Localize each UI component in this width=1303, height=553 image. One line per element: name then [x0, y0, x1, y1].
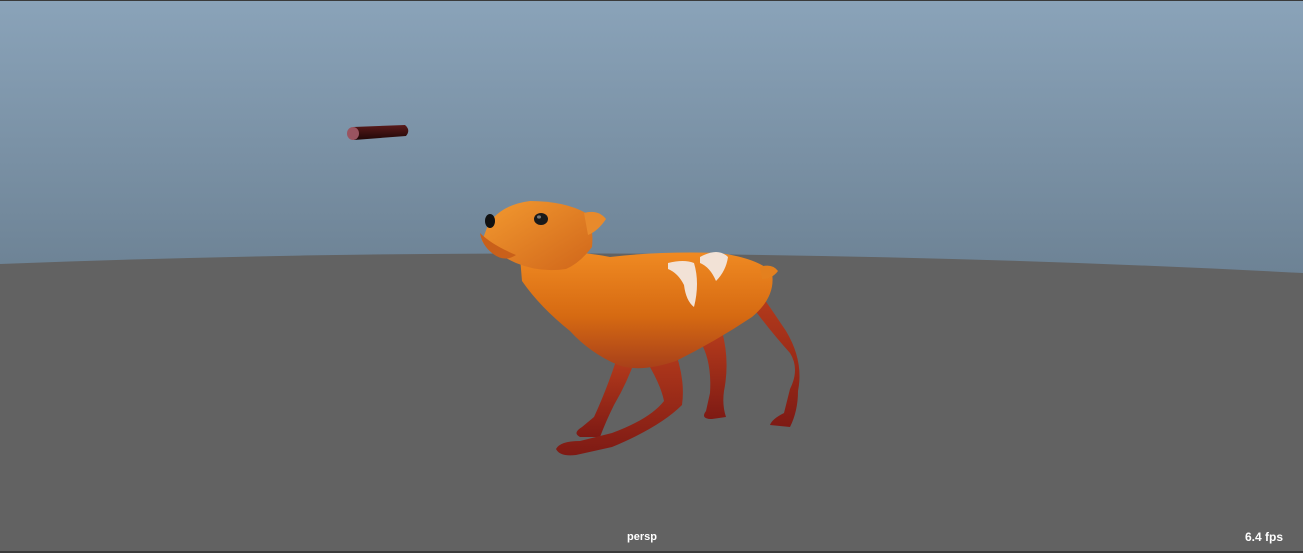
- maya-viewport-persp[interactable]: persp 6.4 fps: [0, 0, 1303, 553]
- fps-readout: 6.4 fps: [1244, 530, 1283, 544]
- viewport-scene[interactable]: [0, 1, 1303, 551]
- camera-name-label: persp: [627, 531, 657, 543]
